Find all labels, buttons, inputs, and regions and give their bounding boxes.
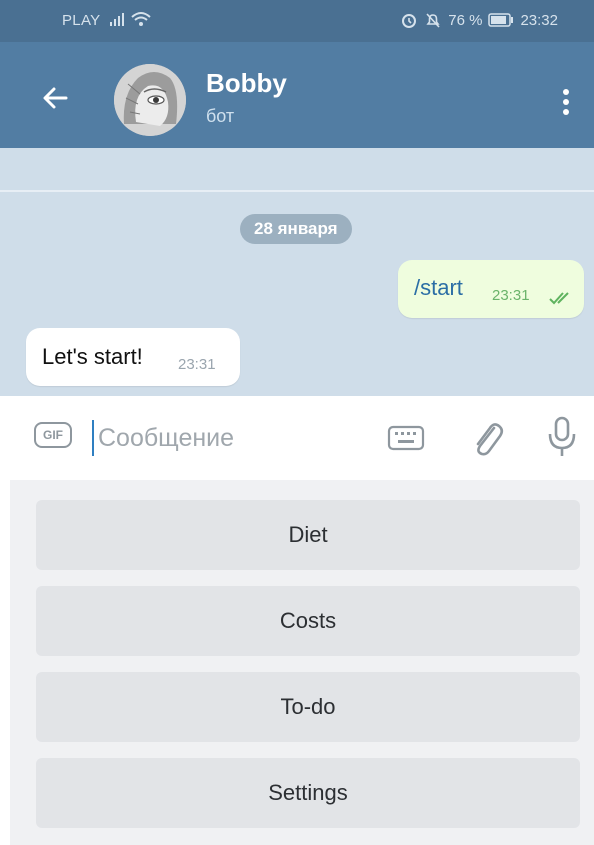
text-cursor — [92, 420, 94, 456]
alarm-icon — [402, 14, 417, 28]
status-right: 76 % 23:32 — [400, 11, 558, 29]
signal-wifi-icon — [110, 12, 151, 26]
clock: 23:32 — [520, 11, 558, 29]
microphone-icon[interactable] — [546, 412, 578, 460]
message-time: 23:31 — [492, 287, 530, 304]
mute-bell-icon — [426, 13, 440, 28]
more-vertical-icon[interactable] — [556, 82, 576, 122]
chat-subtitle: бот — [206, 106, 235, 126]
chat-area[interactable]: 28 января /start 23:31 Let's start! 23:3… — [0, 148, 594, 396]
incoming-message[interactable]: Let's start! 23:31 — [26, 328, 240, 386]
message-text[interactable]: /start — [414, 275, 463, 301]
chat-title: Bobby — [206, 68, 287, 98]
message-time: 23:31 — [178, 356, 216, 373]
chat-header: Bobby бот — [0, 42, 594, 148]
keyboard-button-diet[interactable]: Diet — [36, 500, 580, 570]
message-composer: GIF — [0, 396, 594, 480]
double-check-icon — [549, 292, 569, 305]
message-input[interactable] — [98, 416, 358, 460]
keyboard-button-settings[interactable]: Settings — [36, 758, 580, 828]
gif-button[interactable]: GIF — [34, 422, 72, 448]
avatar[interactable] — [114, 64, 186, 136]
divider — [0, 190, 594, 192]
keyboard-icon[interactable] — [386, 418, 426, 458]
keyboard-button-todo[interactable]: To-do — [36, 672, 580, 742]
carrier-name: PLAY — [62, 12, 101, 29]
outgoing-message[interactable]: /start 23:31 — [398, 260, 584, 318]
battery-icon — [488, 13, 514, 27]
attach-icon[interactable] — [466, 414, 506, 458]
message-text: Let's start! — [42, 344, 143, 369]
date-badge: 28 января — [240, 214, 352, 244]
bot-reply-keyboard: Diet Costs To-do Settings — [10, 480, 594, 845]
status-bar: PLAY 76 % 23:32 — [0, 0, 594, 42]
battery-percent: 76 % — [448, 11, 483, 29]
avatar-portrait-icon — [114, 64, 186, 136]
back-arrow-icon[interactable] — [36, 78, 76, 118]
keyboard-button-costs[interactable]: Costs — [36, 586, 580, 656]
